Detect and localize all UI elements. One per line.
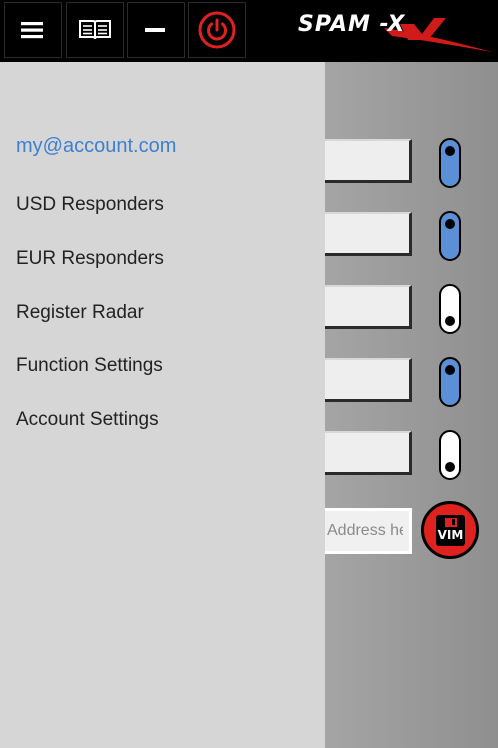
top-toolbar: SPAM -X <box>0 0 498 62</box>
responder-field-3[interactable] <box>310 285 412 329</box>
brand-logo: SPAM -X <box>296 6 496 56</box>
drawer-item-eur-responders[interactable]: EUR Responders <box>16 248 164 270</box>
responder-field-5[interactable] <box>310 431 412 475</box>
save-button-label: VIM <box>437 528 464 542</box>
responder-field-1[interactable] <box>310 139 412 183</box>
power-icon <box>198 11 236 49</box>
drawer-item-function-settings[interactable]: Function Settings <box>16 355 163 377</box>
save-button[interactable]: VIM <box>421 501 479 559</box>
floppy-disk-icon: VIM <box>436 515 465 546</box>
toggle-switch-4[interactable] <box>439 357 461 407</box>
navigation-drawer: my@account.com USD Responders EUR Respon… <box>0 62 325 748</box>
minimize-button[interactable] <box>127 2 185 58</box>
power-button[interactable] <box>188 2 246 58</box>
responder-field-2[interactable] <box>310 212 412 256</box>
address-input[interactable] <box>310 508 412 554</box>
drawer-item-usd-responders[interactable]: USD Responders <box>16 194 164 216</box>
toggle-switch-5[interactable] <box>439 430 461 480</box>
manual-button[interactable] <box>66 2 124 58</box>
toggle-switch-3[interactable] <box>439 284 461 334</box>
toggle-switch-1[interactable] <box>439 138 461 188</box>
drawer-item-account-settings[interactable]: Account Settings <box>16 409 159 431</box>
brand-name: SPAM -X <box>298 12 406 37</box>
toggle-switch-2[interactable] <box>439 211 461 261</box>
drawer-account-email[interactable]: my@account.com <box>16 135 176 158</box>
minus-icon <box>145 28 165 32</box>
menu-button[interactable] <box>4 2 62 58</box>
drawer-item-register-radar[interactable]: Register Radar <box>16 302 144 324</box>
open-book-icon <box>79 20 111 40</box>
hamburger-menu-icon <box>21 22 43 39</box>
responder-field-4[interactable] <box>310 358 412 402</box>
